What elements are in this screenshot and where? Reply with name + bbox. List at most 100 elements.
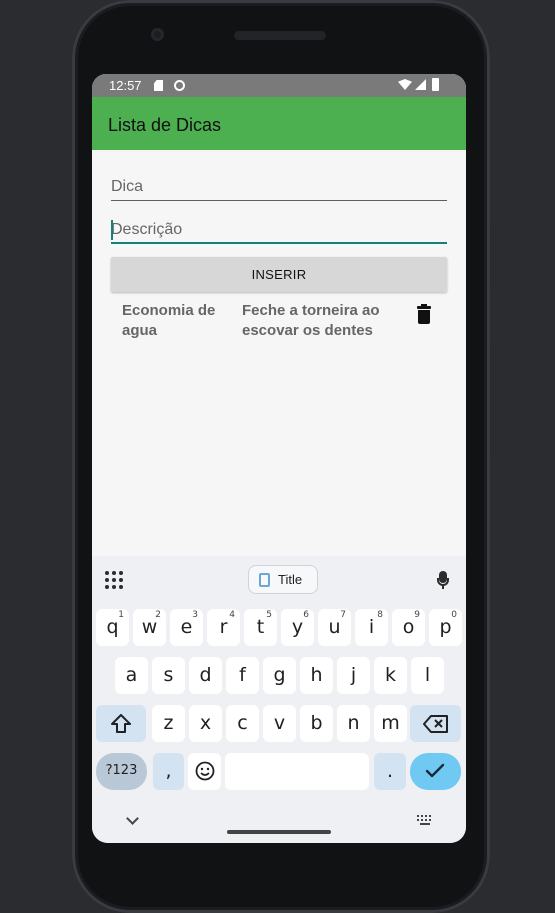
key-f-label: f — [239, 664, 246, 686]
wifi-icon — [398, 79, 412, 90]
key-q-hint: 1 — [118, 610, 124, 620]
list-item[interactable]: Economia de agua Feche a torneira ao esc… — [92, 298, 466, 338]
key-y-label: y — [291, 616, 304, 638]
key-m[interactable]: m — [374, 705, 407, 742]
item-description: Feche a torneira ao escovar os dentes — [242, 302, 380, 338]
key-g-label: g — [273, 664, 286, 686]
app-title: Lista de Dicas — [108, 115, 222, 135]
keyboard-switch-icon[interactable] — [417, 815, 433, 826]
descricao-input[interactable]: Descrição — [111, 218, 447, 244]
dica-placeholder: Dica — [111, 178, 144, 195]
keyboard-toolbar: Title — [92, 556, 466, 602]
mic-leg — [442, 585, 444, 589]
check-icon — [425, 763, 445, 778]
clipboard-icon — [259, 573, 270, 587]
backspace-icon — [423, 715, 448, 733]
key-l[interactable]: l — [411, 657, 444, 694]
status-time: 12:57 — [109, 78, 142, 93]
key-l-label: l — [424, 664, 431, 686]
key-s[interactable]: s — [152, 657, 185, 694]
key-p-label: p — [439, 616, 452, 638]
key-j[interactable]: j — [337, 657, 370, 694]
key-n[interactable]: n — [337, 705, 370, 742]
key-m-label: m — [381, 712, 400, 734]
battery-icon — [432, 78, 439, 91]
circle-status-icon — [174, 80, 185, 91]
key-i-label: i — [368, 616, 375, 638]
dica-input[interactable]: Dica — [111, 175, 447, 201]
key-r[interactable]: r4 — [207, 609, 240, 646]
key-q[interactable]: q1 — [96, 609, 129, 646]
symbols-key[interactable]: ?123 — [96, 753, 147, 790]
key-v[interactable]: v — [263, 705, 296, 742]
key-x-label: x — [199, 712, 212, 734]
key-f[interactable]: f — [226, 657, 259, 694]
key-k-label: k — [384, 664, 396, 686]
key-e[interactable]: e3 — [170, 609, 203, 646]
home-gesture-bar[interactable] — [227, 830, 331, 834]
key-e-hint: 3 — [192, 610, 198, 620]
apps-grid-icon[interactable] — [105, 571, 123, 589]
clipboard-suggestion-chip[interactable]: Title — [248, 565, 318, 594]
key-v-label: v — [273, 712, 286, 734]
hide-keyboard-icon[interactable] — [126, 812, 139, 825]
key-g[interactable]: g — [263, 657, 296, 694]
front-camera — [151, 28, 164, 41]
key-b[interactable]: b — [300, 705, 333, 742]
key-a[interactable]: a — [115, 657, 148, 694]
key-t-hint: 5 — [266, 610, 272, 620]
key-y[interactable]: y6 — [281, 609, 314, 646]
key-d[interactable]: d — [189, 657, 222, 694]
key-t[interactable]: t5 — [244, 609, 277, 646]
trash-icon[interactable] — [417, 304, 431, 324]
key-z-label: z — [163, 712, 174, 734]
key-y-hint: 6 — [303, 610, 309, 620]
inserir-button[interactable]: INSERIR — [111, 257, 447, 292]
chip-label: Title — [278, 572, 303, 587]
space-key[interactable] — [225, 753, 369, 790]
emoji-key[interactable] — [188, 753, 221, 790]
descricao-placeholder: Descrição — [111, 221, 183, 238]
key-d-label: d — [199, 664, 212, 686]
power-button — [490, 228, 494, 286]
period-key[interactable]: . — [374, 753, 406, 790]
key-w-hint: 2 — [155, 610, 161, 620]
text-cursor — [111, 220, 113, 240]
key-a-label: a — [125, 664, 138, 686]
key-p[interactable]: p0 — [429, 609, 462, 646]
backspace-key[interactable] — [410, 705, 461, 742]
key-r-hint: 4 — [229, 610, 235, 620]
enter-key[interactable] — [410, 753, 461, 790]
key-j-label: j — [350, 664, 357, 686]
key-i[interactable]: i8 — [355, 609, 388, 646]
key-h[interactable]: h — [300, 657, 333, 694]
sd-card-icon — [154, 80, 163, 91]
key-o-label: o — [402, 616, 415, 638]
comma-key[interactable]: , — [153, 753, 184, 790]
key-z[interactable]: z — [152, 705, 185, 742]
screen: 12:57 Lista de Dicas Dica Descrição INSE… — [92, 74, 466, 843]
key-e-label: e — [180, 616, 193, 638]
key-t-label: t — [256, 616, 265, 638]
key-u[interactable]: u7 — [318, 609, 351, 646]
key-u-label: u — [328, 616, 341, 638]
key-k[interactable]: k — [374, 657, 407, 694]
shift-key[interactable] — [96, 705, 146, 742]
app-bar: Lista de Dicas — [92, 97, 466, 150]
key-o[interactable]: o9 — [392, 609, 425, 646]
volume-button — [490, 348, 494, 458]
key-u-hint: 7 — [340, 610, 346, 620]
key-c-label: c — [237, 712, 248, 734]
status-bar: 12:57 — [92, 74, 466, 97]
emoji-icon — [195, 761, 215, 781]
key-p-hint: 0 — [451, 610, 457, 620]
key-s-label: s — [163, 664, 174, 686]
key-c[interactable]: c — [226, 705, 259, 742]
key-x[interactable]: x — [189, 705, 222, 742]
item-title: Economia de agua — [122, 302, 216, 338]
key-i-hint: 8 — [377, 610, 383, 620]
key-n-label: n — [347, 712, 360, 734]
earpiece-speaker — [234, 31, 326, 40]
key-w[interactable]: w2 — [133, 609, 166, 646]
key-b-label: b — [310, 712, 323, 734]
